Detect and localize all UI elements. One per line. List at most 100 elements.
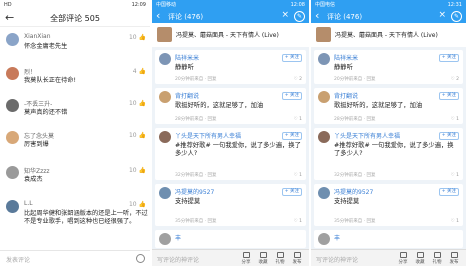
comment-card: 冯提莫的9527 + 关注 支持提莫 35分钟前来自 · 回复 ♡ 1 — [314, 184, 463, 226]
icon-glyph — [242, 252, 250, 258]
avatar[interactable] — [318, 91, 330, 103]
like-button[interactable]: 4 👍 — [133, 68, 146, 75]
footer-bar: 写评论的神评论 分享 收藏 礼物 发布 — [152, 249, 309, 266]
avatar[interactable] — [318, 233, 330, 245]
like-button[interactable]: 10 👍 — [129, 132, 146, 139]
comment-author[interactable]: 丰 — [175, 233, 181, 242]
like-button[interactable]: ♡ 1 — [294, 219, 302, 224]
share-icon[interactable]: 分享 — [238, 252, 254, 265]
like-button[interactable]: 10 👍 — [129, 34, 146, 41]
comment-input-bar[interactable]: 发表评论 — [0, 250, 150, 266]
song-header[interactable]: 冯提莫、蘑菇面具 - 天下有情人 (Live) — [311, 23, 466, 47]
avatar[interactable] — [6, 131, 19, 144]
comment-author[interactable]: L.L — [24, 200, 33, 207]
close-icon[interactable]: × — [438, 10, 446, 20]
comment-author[interactable]: -不丢三升- — [24, 99, 52, 108]
icon-label: 收藏 — [258, 260, 268, 265]
comments-screen-a: 中国移动 12:08 ‹ 评论 (476) × ✎ 冯提莫、蘑菇面具 - 天下有… — [152, 0, 309, 266]
comment-author[interactable]: 忘了念头莫 — [24, 131, 54, 140]
like-button[interactable]: ♡ 1 — [294, 173, 302, 178]
icon-label: 收藏 — [415, 260, 425, 265]
song-header[interactable]: 冯提莫、蘑菇面具 - 天下有情人 (Live) — [152, 23, 309, 47]
avatar[interactable] — [318, 131, 330, 143]
publish-icon[interactable]: 发布 — [289, 252, 305, 265]
comment-author[interactable]: 丫头是天下所有男人幸福 — [175, 131, 241, 140]
comment-author[interactable]: XianXian — [24, 33, 51, 40]
like-count: 10 — [128, 34, 137, 41]
comment-author[interactable]: 陆祥米米 — [334, 53, 358, 62]
like-button[interactable]: ♡ 1 — [451, 117, 459, 122]
like-button[interactable]: 10 👍 — [129, 100, 146, 107]
status-time: 12:31 — [447, 2, 462, 8]
status-time: 12:09 — [131, 2, 146, 8]
comment-author[interactable]: 陆祥米米 — [175, 53, 199, 62]
follow-button[interactable]: + 关注 — [281, 188, 302, 196]
comment-author[interactable]: 知华Zzzz — [24, 166, 50, 175]
comment-author[interactable]: 冯提莫的9527 — [334, 187, 373, 196]
comment-author[interactable]: 冯提莫的9527 — [175, 187, 214, 196]
back-icon[interactable]: ‹ — [156, 9, 160, 22]
like-button[interactable]: ♡ 2 — [451, 77, 459, 82]
comment-card: 丫头是天下所有男人幸福 + 关注 #推荐好歌# 一句我爱你，说了多少遍，换了多少人?… — [155, 128, 306, 180]
comment-text: 我莫队长正在待命! — [24, 77, 76, 84]
status-bar: HD 12:09 — [0, 0, 150, 10]
follow-button[interactable]: + 关注 — [438, 132, 459, 140]
thumb-up-icon: 👍 — [136, 68, 146, 75]
back-icon[interactable]: ‹ — [315, 9, 319, 22]
avatar[interactable] — [6, 200, 19, 213]
avatar[interactable] — [159, 91, 171, 103]
favorite-icon[interactable]: 收藏 — [255, 252, 271, 265]
avatar[interactable] — [159, 53, 171, 65]
comments-screen-b: 中国电信 12:31 ‹ 评论 (476) × ✎ 冯提莫、蘑菇面具 - 天下有… — [311, 0, 466, 266]
follow-button[interactable]: + 关注 — [438, 54, 459, 62]
follow-button[interactable]: + 关注 — [438, 92, 459, 100]
avatar[interactable] — [159, 131, 171, 143]
follow-button[interactable]: + 关注 — [281, 54, 302, 62]
favorite-icon[interactable]: 收藏 — [412, 252, 428, 265]
emoji-icon[interactable] — [136, 254, 145, 263]
comment-author[interactable]: 丫头是天下所有男人幸福 — [334, 131, 400, 140]
avatar[interactable] — [159, 233, 171, 245]
comment-text: 歌挺好听的，这就足够了，加油 — [175, 102, 264, 109]
like-button[interactable]: ♡ 1 — [294, 117, 302, 122]
icon-label: 分享 — [398, 260, 408, 265]
follow-button[interactable]: + 关注 — [438, 188, 459, 196]
comment-meta: 28分钟前来自 · 回复 — [334, 117, 376, 122]
thumb-up-icon: 👍 — [136, 34, 146, 41]
edit-icon[interactable]: ✎ — [451, 11, 462, 22]
like-button[interactable]: ♡ 1 — [451, 219, 459, 224]
icon-glyph — [450, 252, 458, 258]
avatar[interactable] — [318, 187, 330, 199]
comment-author[interactable]: 背打翻说 — [334, 91, 358, 100]
header: ← 全部评论 505 — [0, 10, 150, 27]
comment-meta: 28分钟前来自 · 回复 — [175, 117, 217, 122]
avatar[interactable] — [159, 187, 171, 199]
gift-icon[interactable]: 礼物 — [429, 252, 445, 265]
avatar[interactable] — [6, 67, 19, 80]
like-button[interactable]: ♡ 1 — [451, 173, 459, 178]
status-bar: 中国移动 12:08 — [152, 0, 309, 10]
like-button[interactable]: 10 👍 — [129, 201, 146, 208]
like-button[interactable]: 10 👍 — [129, 167, 146, 174]
publish-icon[interactable]: 发布 — [446, 252, 462, 265]
follow-button[interactable]: + 关注 — [281, 132, 302, 140]
avatar[interactable] — [318, 53, 330, 65]
comment-input[interactable]: 写评论的神评论 — [316, 255, 358, 264]
gift-icon[interactable]: 礼物 — [272, 252, 288, 265]
like-count: 10 — [128, 100, 137, 107]
follow-button[interactable]: + 关注 — [281, 92, 302, 100]
avatar[interactable] — [6, 33, 19, 46]
edit-icon[interactable]: ✎ — [294, 11, 305, 22]
icon-glyph — [293, 252, 301, 258]
comment-text: #推荐好歌# 一句我爱你，说了多少遍，换了多少人? — [334, 142, 454, 157]
comment-input[interactable]: 写评论的神评论 — [157, 255, 199, 264]
comment-author[interactable]: 丰 — [334, 233, 340, 242]
close-icon[interactable]: × — [281, 10, 289, 20]
like-button[interactable]: ♡ 2 — [294, 77, 302, 82]
avatar[interactable] — [6, 166, 19, 179]
avatar[interactable] — [6, 99, 19, 112]
share-icon[interactable]: 分享 — [395, 252, 411, 265]
comment-author[interactable]: 背打翻说 — [175, 91, 199, 100]
comment-author[interactable]: 烈！ — [24, 67, 36, 76]
comment-input[interactable]: 发表评论 — [6, 255, 30, 264]
